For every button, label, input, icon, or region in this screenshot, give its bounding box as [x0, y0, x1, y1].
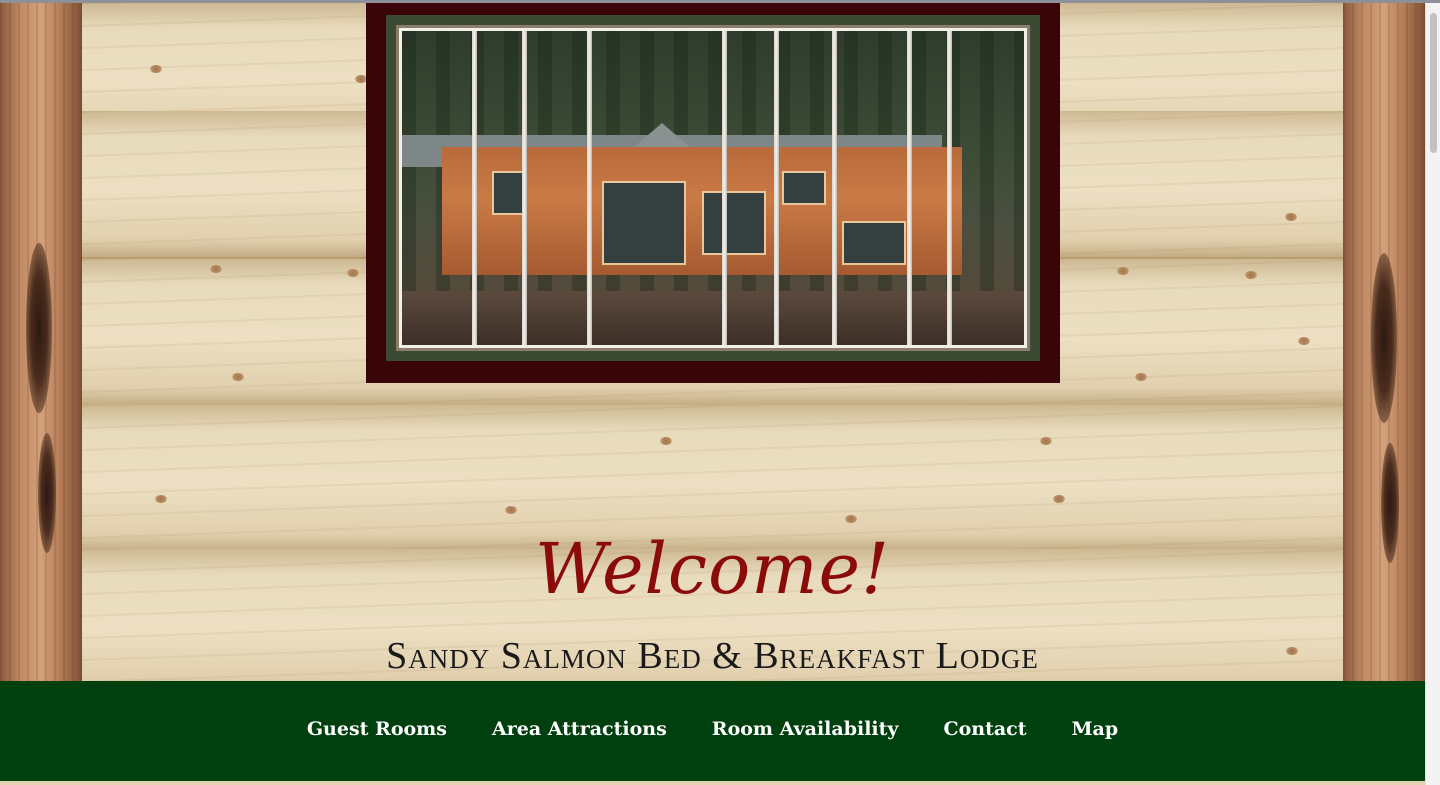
- lodge-photo: [402, 31, 1024, 345]
- main-navigation: Guest Rooms Area Attractions Room Availa…: [0, 681, 1425, 781]
- hero-photo-frame: [366, 3, 1060, 383]
- nav-area-attractions[interactable]: Area Attractions: [492, 718, 667, 740]
- nav-map[interactable]: Map: [1072, 718, 1119, 740]
- nav-room-availability[interactable]: Room Availability: [712, 718, 899, 740]
- scrollbar-thumb[interactable]: [1430, 13, 1437, 153]
- welcome-heading: Welcome!: [534, 528, 891, 610]
- nav-contact[interactable]: Contact: [943, 718, 1026, 740]
- vertical-scrollbar[interactable]: [1425, 3, 1440, 785]
- nav-guest-rooms[interactable]: Guest Rooms: [307, 718, 447, 740]
- lodge-title: Sandy Salmon Bed & Breakfast Lodge: [386, 635, 1039, 677]
